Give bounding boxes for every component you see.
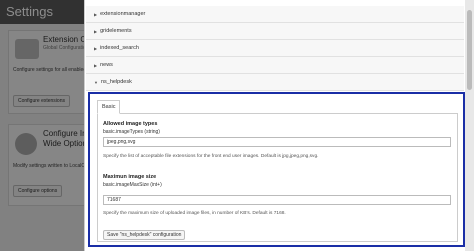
scrollbar-thumb[interactable] xyxy=(467,10,472,90)
caret-right-icon: ▶ xyxy=(94,11,98,17)
tab-content-basic: Allowed image types basic.imageTypes (st… xyxy=(97,114,458,242)
caret-right-icon: ▶ xyxy=(94,28,98,34)
caret-down-icon: ▼ xyxy=(94,79,98,85)
extension-row-news[interactable]: ▶ news xyxy=(86,57,464,74)
extension-row-ns-helpdesk[interactable]: ▼ ns_helpdesk xyxy=(86,74,464,91)
extension-label: ns_helpdesk xyxy=(100,79,132,85)
tab-bar: Basic xyxy=(97,100,458,114)
ns-helpdesk-config-panel: Basic Allowed image types basic.imageTyp… xyxy=(88,92,465,247)
extension-row-extensionmanager[interactable]: ▶ extensionmanager xyxy=(86,6,464,23)
extension-label: indexed_search xyxy=(100,45,139,51)
image-types-input[interactable] xyxy=(103,137,451,147)
extension-label: gridelements xyxy=(100,28,132,34)
extension-row-indexed-search[interactable]: ▶ indexed_search xyxy=(86,40,464,57)
tab-basic[interactable]: Basic xyxy=(97,100,121,114)
image-max-size-input[interactable] xyxy=(103,195,451,205)
field-description: Specify the list of acceptable file exte… xyxy=(103,154,319,159)
field-description: Specify the maximum size of uploaded ima… xyxy=(103,211,286,216)
extension-label: extensionmanager xyxy=(100,11,146,17)
extension-row-gridelements[interactable]: ▶ gridelements xyxy=(86,23,464,40)
field-title: Maximun image size xyxy=(103,174,157,180)
caret-right-icon: ▶ xyxy=(94,45,98,51)
field-key: basic.imageMaxSize (int+) xyxy=(103,182,162,188)
field-title: Allowed image types xyxy=(103,121,158,127)
save-configuration-button[interactable]: Save "ns_helpdesk" configuration xyxy=(103,230,186,240)
field-key: basic.imageTypes (string) xyxy=(103,129,160,135)
extension-label: news xyxy=(100,62,113,68)
caret-right-icon: ▶ xyxy=(94,62,98,68)
